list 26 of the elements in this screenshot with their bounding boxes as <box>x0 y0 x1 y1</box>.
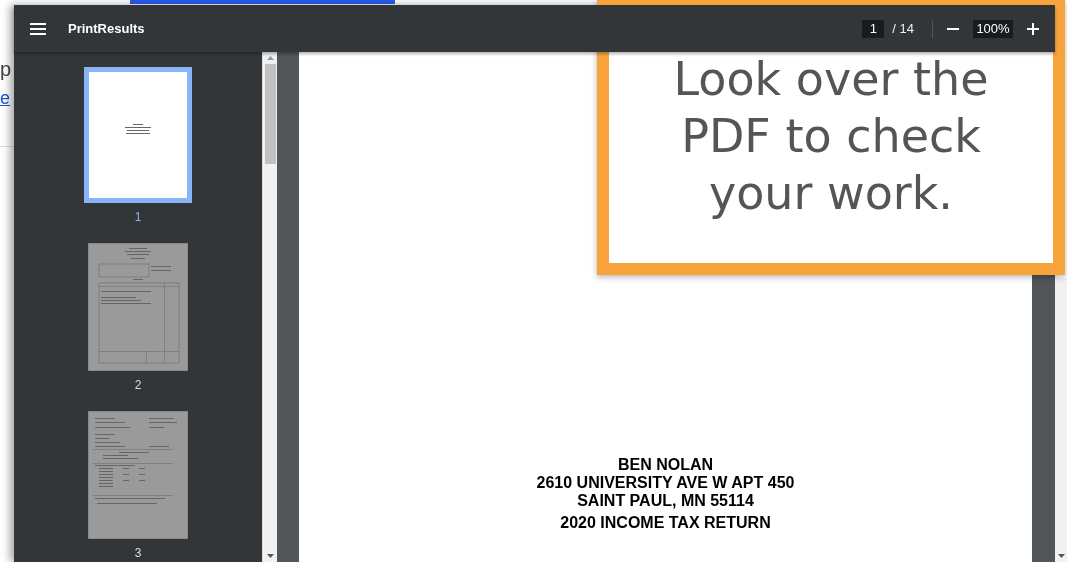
page-count: / 14 <box>892 21 914 36</box>
page-link[interactable]: e <box>0 88 10 109</box>
menu-icon[interactable] <box>30 22 46 35</box>
page-thumbnail[interactable] <box>88 411 188 539</box>
scroll-down-icon[interactable] <box>1057 554 1065 558</box>
address-line: 2610 UNIVERSITY AVE W APT 450 <box>536 474 795 492</box>
page-number: 1 <box>134 210 142 224</box>
scrollbar[interactable] <box>262 52 277 562</box>
page-number-field[interactable]: 1 <box>862 19 885 38</box>
page-thumbnail[interactable] <box>84 67 192 203</box>
page-number: 3 <box>134 546 142 560</box>
document-title: PrintResults <box>68 21 145 36</box>
scroll-up-icon[interactable] <box>266 56 274 60</box>
zoom-in-icon[interactable] <box>1027 22 1039 35</box>
document-heading: 2020 INCOME TAX RETURN <box>560 514 771 532</box>
page-thumbnail[interactable] <box>88 243 188 371</box>
scrollbar[interactable] <box>1055 278 1067 562</box>
callout-text: Look over the PDF to check your work. <box>672 51 990 222</box>
page-text: p <box>0 58 12 81</box>
page-number: 2 <box>134 378 142 392</box>
scroll-thumb[interactable] <box>264 64 276 164</box>
zoom-out-icon[interactable] <box>947 27 959 30</box>
scroll-down-icon[interactable] <box>266 554 274 558</box>
address-line: SAINT PAUL, MN 55114 <box>577 492 754 510</box>
zoom-field[interactable]: 100% <box>973 19 1013 38</box>
address-line: BEN NOLAN <box>617 456 714 474</box>
